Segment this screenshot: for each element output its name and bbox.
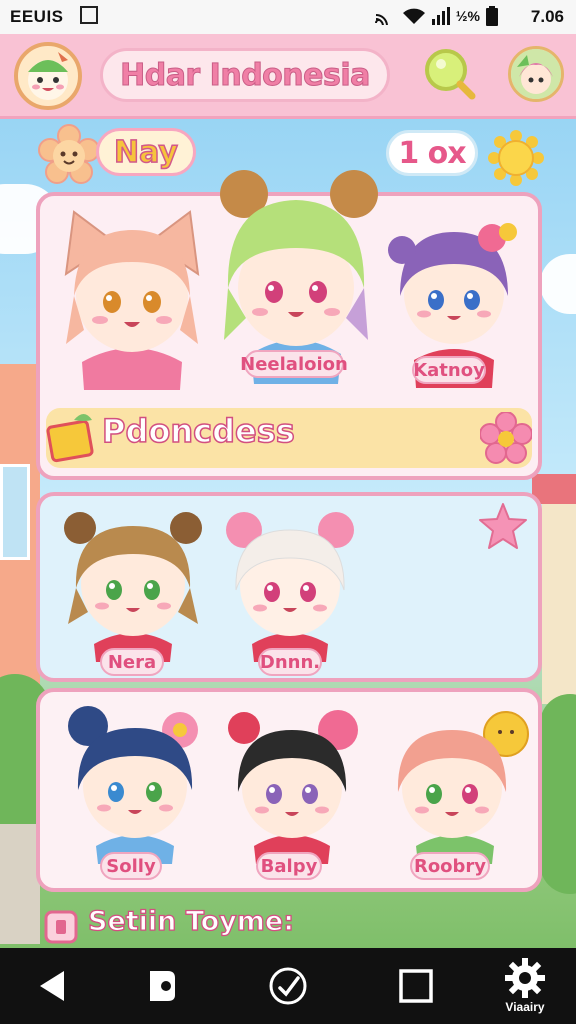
star-icon [478, 502, 528, 550]
back-icon [40, 971, 64, 1001]
house-window [0, 464, 30, 560]
player-name-pill[interactable]: Nay [96, 128, 196, 176]
profile-avatar-button[interactable] [508, 46, 564, 102]
bush-right [540, 694, 576, 894]
character-name-label: Nera [100, 648, 164, 676]
battery-percent: ½% [455, 8, 480, 24]
character-name-label: Neelaloion [240, 350, 348, 378]
character-name-label: Solly [100, 852, 162, 880]
cast-icon [374, 14, 388, 25]
character-name-label: Dnnn. [258, 648, 322, 676]
character-card[interactable] [380, 704, 530, 866]
nav-recents[interactable] [386, 948, 446, 1024]
character-card[interactable] [58, 504, 208, 664]
nav-settings[interactable]: Viaairy [490, 948, 560, 1024]
bear-ear [170, 512, 202, 544]
app-logo[interactable] [14, 42, 82, 110]
character-name-label: Katnoy [412, 356, 486, 384]
player-name: Nay [113, 134, 178, 171]
status-icons: ½% [374, 6, 498, 26]
signal-icon [431, 7, 450, 25]
hair-bun [330, 170, 378, 218]
gear-icon [505, 958, 545, 998]
nav-home[interactable] [132, 948, 192, 1024]
character-card[interactable] [222, 704, 362, 866]
gift-icon [44, 408, 98, 464]
nav-check[interactable] [258, 948, 318, 1024]
count-pill: 1 ox [386, 130, 478, 176]
carrier-label: EEUIS [10, 7, 64, 26]
avatar [511, 49, 561, 99]
path [0, 824, 40, 944]
lock-icon [44, 910, 78, 944]
character-name-label: Roobry [410, 852, 490, 880]
sun-icon[interactable] [488, 130, 544, 186]
bear-ear [64, 512, 96, 544]
search-button[interactable] [422, 46, 478, 102]
banner-title: Pdoncdess [101, 411, 295, 451]
character-card[interactable] [220, 508, 360, 664]
character-card[interactable] [62, 700, 208, 866]
screenshot-icon [80, 6, 98, 24]
wifi-icon [402, 8, 425, 24]
home-icon [150, 971, 175, 1001]
status-bar: EEUIS ½% 7.06 [0, 0, 576, 34]
character-card[interactable] [52, 204, 212, 394]
battery-icon [486, 6, 498, 26]
bow-icon [478, 223, 517, 252]
system-nav-bar: Viaairy [0, 948, 576, 1024]
nav-settings-label: Viaairy [505, 1000, 545, 1014]
character-name-label: Balpy [256, 852, 322, 880]
house-right [542, 484, 576, 704]
page-title: Hdar Indonesia [120, 57, 371, 93]
cloud [540, 254, 576, 314]
flower-face-icon [38, 124, 100, 186]
clock: 7.06 [530, 7, 564, 26]
check-icon [269, 967, 307, 1005]
pink-flower-icon [479, 411, 533, 464]
settings-time-text: Setiin Toyme: [87, 905, 295, 937]
nav-back[interactable] [22, 948, 82, 1024]
search-icon [425, 49, 476, 100]
logo-mascot-icon [28, 52, 68, 100]
settings-time-label[interactable]: Setiin Toyme: [40, 902, 300, 946]
count-value: 1 ox [398, 135, 466, 171]
square-icon [399, 969, 433, 1003]
title-pill: Hdar Indonesia [100, 48, 390, 102]
